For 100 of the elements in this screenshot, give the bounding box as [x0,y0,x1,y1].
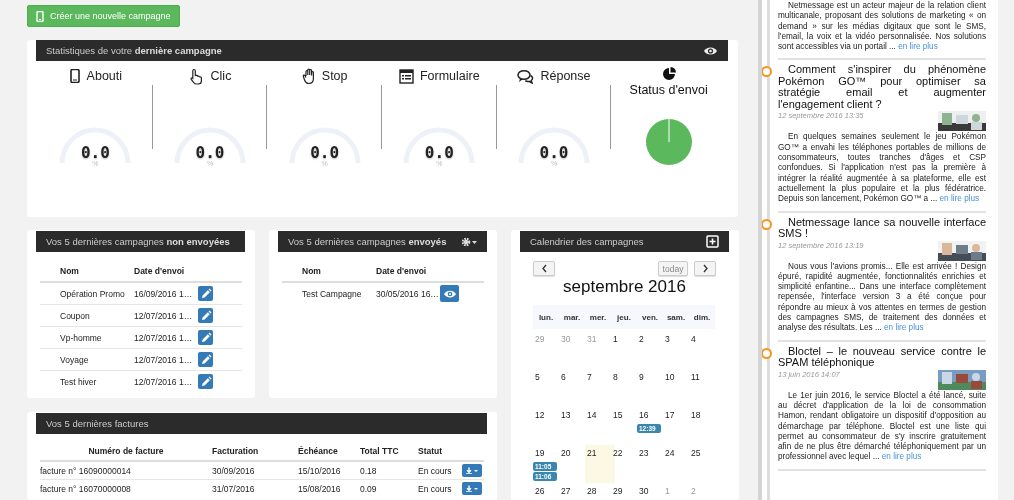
day-number[interactable]: 26 [533,486,545,496]
table-cell: 30/09/2016 [212,461,298,480]
read-more-link[interactable]: en lire plus [881,452,922,462]
metric-label: Réponse [540,69,591,83]
previous-month-button[interactable] [533,261,555,276]
article-text: Netmessage est un acteur majeur de la relation client multicanale, proposant des solutions de marketing « on demand » sur les médias digitaux que sont le SMS, l'email, la voix et la vidéo personnalisée. Nos solutions sont accessibles via un portail ... en lire plus [778,1,986,53]
panel-title: Vos 5 dernières campagnes non envoyées [46,236,230,247]
day-number[interactable]: 8 [611,372,618,382]
table-cell: facture n° 16090000014 [40,461,212,480]
table-cell: Vp-homme [40,326,134,349]
pencil-icon [199,309,212,322]
add-icon [706,235,719,248]
day-number[interactable]: 4 [689,334,696,344]
phone-icon [68,69,81,83]
edit-button[interactable] [198,374,213,389]
next-month-button[interactable] [694,261,716,276]
chevron-left-icon [540,264,548,273]
raised-hand-icon [301,67,316,85]
day-number[interactable]: 28 [585,486,597,496]
day-number[interactable]: 17 [663,410,675,420]
weekday-header: jeu. [611,305,637,329]
day-number[interactable]: 9 [637,372,644,382]
column-header: Facturation [212,441,298,461]
download-caret-icon [466,466,478,475]
view-button[interactable] [440,285,459,302]
day-number[interactable]: 22 [611,448,623,458]
pointing-hand-icon [188,67,205,85]
article-title[interactable]: Netmessage lance sa nouvelle interface SMS ! [778,216,986,240]
day-number[interactable]: 14 [585,410,597,420]
edit-button[interactable] [198,308,213,323]
day-number[interactable]: 7 [585,372,592,382]
metric-label: Abouti [86,69,123,83]
day-number[interactable]: 24 [663,448,675,458]
day-number[interactable]: 29 [611,486,623,496]
edit-button[interactable] [198,330,213,345]
pie-chart-icon [661,67,676,81]
day-number[interactable]: 27 [559,486,571,496]
read-more-link[interactable]: en lire plus [898,42,938,52]
day-number[interactable]: 16 [637,410,649,420]
day-number[interactable]: 20 [559,448,571,458]
gauge-value: 0.0 [423,143,455,162]
weekday-header: mar. [559,305,585,329]
column-header: Nom [282,261,376,282]
article-text: En quelques semaines seulement le jeu Pokémon GO™ a envahi les téléphones portables de millions de consommateurs, toutes tranches d'âges et CSP confondues. Si l'application n'est pas la première à intégrer la réalité augmentée à sa plateforme, elle est actuellement la plus populaire et la plus fédératrice. Depuis son lancement, Pokémon GO™ a ... en lire plus [778,132,986,205]
table-cell: 0.18 [360,461,418,480]
chat-bubbles-icon [517,68,535,84]
article-text: Nous vous l'avions promis... Elle est arrivée ! Design épuré, rapidité augmentée, fonctionnalités enrichies et simplicité enfantine... Dans une interface complètement repensée, l'interface version 3 a été conçue pour répondre au mieux à vos attentes en termes de gestion des campagnes SMS, de traitement des données et analyse des résultats. Les ... en lire plus [778,261,986,334]
phone-icon [36,10,44,22]
day-number[interactable]: 19 [533,448,545,458]
edit-button[interactable] [198,352,213,367]
day-number[interactable]: 30 [637,486,649,496]
day-number[interactable]: 25 [689,448,701,458]
article-title[interactable]: Comment s'inspirer du phénomène Pokémon GO™ pour optimiser sa stratégie email et augmenter l'engagement client ? [778,64,986,111]
article-text: Le 1er juin 2016, le service Bloctel a été lancé, suite au décret d'application de la loi de consommation Hamon, rendant obligatoire un dispositif d'opposition au démarchage par téléphone. Bloctel est une liste qui permet au consommateur de s'y inscrire gratuitement afin de ne plus être démarché téléphoniquement par un professionnel avec lequel ... en lire plus [778,390,986,463]
weekday-header: sam. [663,305,689,329]
pencil-icon [199,353,212,366]
download-button[interactable] [462,464,482,477]
day-number[interactable]: 13 [559,410,571,420]
table-cell: Opération Promo [40,282,134,305]
column-header: Nom [40,261,134,282]
column-header: Échéance [298,441,360,461]
pencil-icon [199,287,212,300]
day-number[interactable]: 15 [611,410,623,420]
table-cell: Test hiver [40,370,134,392]
panel-title: Vos 5 dernières campagnes envoyés [288,236,447,247]
article-title[interactable]: Bloctel – le nouveau service contre le SPAM téléphonique [778,345,986,369]
day-number[interactable]: 18 [689,410,701,420]
chevron-right-icon [701,264,709,273]
gauge-value: 0.0 [79,143,111,162]
table-cell: facture n° 16070000008 [40,479,212,497]
column-header: Date d'envoi [376,261,440,282]
table-cell: Voyage [40,348,134,371]
panel-title: Statistiques de votre dernière campagne [46,45,222,56]
eye-icon [703,44,718,57]
table-cell: Coupon [40,304,134,327]
gear-caret-icon [461,236,477,247]
edit-button[interactable] [198,286,213,301]
day-number[interactable]: 5 [533,372,540,382]
day-number[interactable]: 10 [663,372,675,382]
read-more-link[interactable]: en lire plus [884,323,924,333]
weekday-header: lun. [533,305,559,329]
form-icon [398,68,414,84]
gauge-value: 0.0 [538,143,570,162]
metric-label: Stop [321,69,348,83]
day-number[interactable]: 3 [663,334,670,344]
day-number[interactable]: 11 [689,372,700,382]
day-number[interactable]: 2 [637,334,644,344]
pencil-icon [199,331,212,344]
day-number[interactable]: 23 [637,448,649,458]
table-cell: 31/07/2016 [212,479,298,497]
read-more-link[interactable]: en lire plus [939,194,980,204]
timeline-dot [762,66,772,78]
day-number[interactable]: 1 [611,334,618,344]
download-caret-icon [466,484,478,493]
day-number[interactable]: 6 [559,372,566,382]
weekday-header: mer. [585,305,611,329]
column-header: Date d'envoi [134,261,198,282]
download-button[interactable] [462,482,482,495]
day-number[interactable]: 12 [533,410,545,420]
day-number[interactable]: 21 [585,448,597,458]
